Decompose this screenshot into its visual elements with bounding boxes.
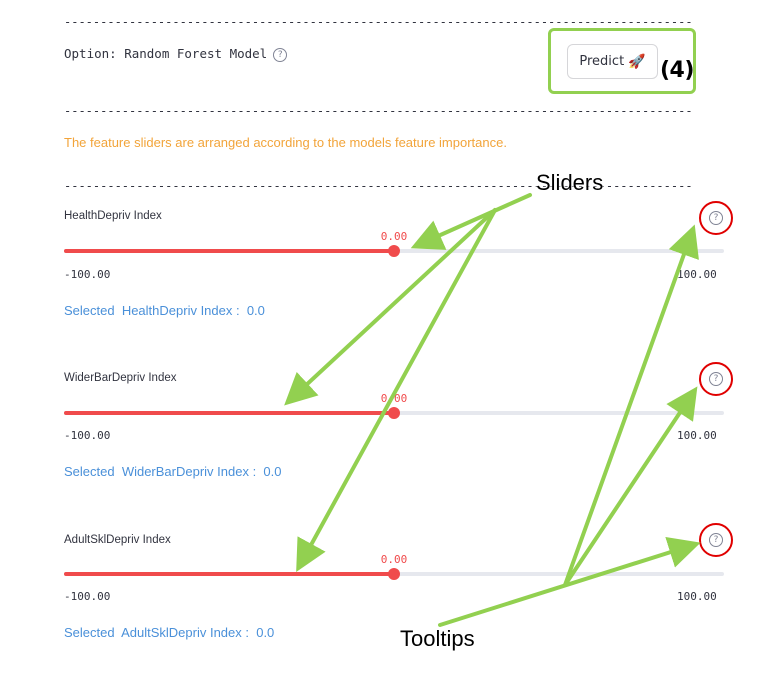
slider-max: 100.00: [677, 268, 717, 281]
slider-current-value: 0.00: [380, 553, 408, 566]
model-option-text: Option: Random Forest Model: [64, 46, 268, 61]
slider-label: HealthDepriv Index: [64, 210, 162, 222]
slider-min: -100.00: [64, 590, 111, 603]
slider-thumb[interactable]: [388, 407, 400, 419]
slider-current-value: 0.00: [380, 392, 408, 405]
tooltip-highlight-ring: [699, 201, 733, 235]
slider-arrow-1: [410, 193, 532, 250]
slider-label: AdultSklDepriv Index: [64, 534, 171, 546]
slider-track[interactable]: [64, 407, 724, 419]
selected-value-text: Selected AdultSklDepriv Index : 0.0: [64, 625, 275, 640]
slider-min: -100.00: [64, 429, 111, 442]
tooltips-callout: Tooltips: [400, 626, 475, 651]
tooltip-arrow-3: [438, 536, 701, 627]
slider-max: 100.00: [677, 590, 717, 603]
tooltip-arrow-1: [563, 224, 699, 587]
predict-button[interactable]: Predict 🚀: [567, 44, 658, 79]
tooltip-highlight-ring: [699, 523, 733, 557]
tooltip-arrow-2: [563, 386, 698, 587]
model-option: Option: Random Forest Model?: [64, 46, 288, 62]
step-number-label: (4): [660, 58, 694, 83]
predict-button-label: Predict: [579, 54, 625, 69]
help-icon[interactable]: ?: [273, 48, 288, 62]
slider-current-value: 0.00: [380, 230, 408, 243]
feature-importance-info: The feature sliders are arranged accordi…: [64, 135, 507, 150]
slider-fill: [64, 249, 394, 253]
slider-arrow-3: [296, 208, 497, 573]
sliders-callout: Sliders: [536, 170, 604, 195]
selected-value-text: Selected HealthDepriv Index : 0.0: [64, 303, 265, 318]
slider-label: WiderBarDepriv Index: [64, 372, 177, 384]
divider-middle: ----------------------------------------…: [64, 106, 694, 116]
slider-track[interactable]: [64, 568, 724, 580]
slider-min: -100.00: [64, 268, 111, 281]
slider-fill: [64, 411, 394, 415]
divider-top: ----------------------------------------…: [64, 17, 694, 27]
slider-thumb[interactable]: [388, 245, 400, 257]
selected-value-text: Selected WiderBarDepriv Index : 0.0: [64, 464, 282, 479]
slider-fill: [64, 572, 394, 576]
slider-thumb[interactable]: [388, 568, 400, 580]
tooltip-highlight-ring: [699, 362, 733, 396]
slider-max: 100.00: [677, 429, 717, 442]
rocket-icon: 🚀: [628, 53, 646, 70]
slider-track[interactable]: [64, 245, 724, 257]
